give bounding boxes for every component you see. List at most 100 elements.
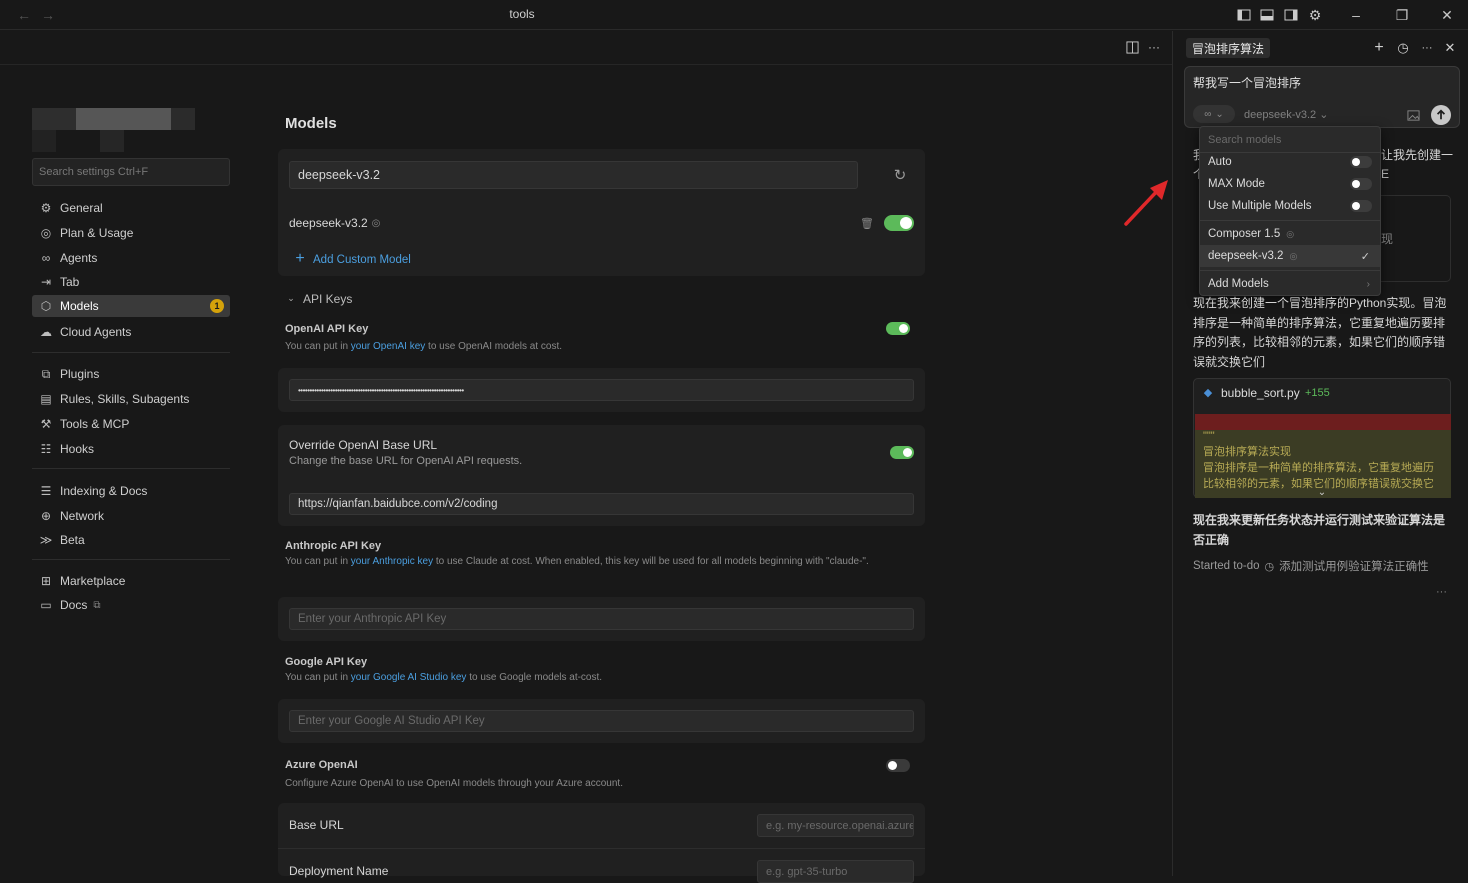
book-icon: ▭ [40,598,52,612]
sidebar-item-tab[interactable]: ⇥ Tab [32,271,230,293]
sidebar-item-models[interactable]: ⬡ Models 1 [32,295,230,317]
sidebar-item-rules-skills-subagents[interactable]: ▤ Rules, Skills, Subagents [32,388,230,410]
nav-divider [32,559,230,560]
more-actions-icon[interactable]: ··· [1146,39,1162,55]
sidebar-item-network[interactable]: ⊕ Network [32,505,230,527]
openai-key-input[interactable]: ••••••••••••••••••••••••••••••••••••••••… [289,379,914,401]
user-avatar-blur [32,130,56,152]
sidebar-item-plan-usage[interactable]: ◎ Plan & Usage [32,222,230,244]
editor-toolbar [0,31,1172,65]
trash-icon[interactable]: 🗑 [860,216,874,230]
close-chat-icon[interactable]: ✕ [1441,39,1459,57]
add-models-item[interactable]: Add Models › [1200,273,1380,295]
add-custom-model-link[interactable]: Add Custom Model [313,254,411,266]
multiple-models-switch[interactable] [1350,200,1372,212]
chat-tab[interactable]: 冒泡排序算法 [1186,38,1271,58]
chevron-right-icon: › [1366,278,1370,290]
azure-base-url-input[interactable]: e.g. my-resource.openai.azure.com [757,814,914,837]
model-option-selected[interactable]: deepseek-v3.2 ◎ ✓ [1200,245,1380,267]
override-url-toggle[interactable] [890,446,914,459]
minimize-icon[interactable]: – [1346,5,1366,25]
model-search-input[interactable]: deepseek-v3.2 [289,161,858,189]
image-icon[interactable] [1406,108,1420,122]
more-options-icon[interactable]: ··· [1418,39,1436,57]
expand-chevron-icon[interactable]: ⌄ [1316,486,1328,498]
azure-toggle[interactable] [886,759,910,772]
prompt-text[interactable]: 帮我写一个冒泡排序 [1193,74,1301,91]
todo-status: Started to-do ◷ 添加测试用例验证算法正确性 [1193,558,1429,574]
globe-icon: ⊕ [40,509,52,523]
sidebar-item-label: Plugins [60,367,100,381]
close-window-icon[interactable]: ✕ [1437,5,1457,25]
new-chat-plus-icon[interactable]: + [1370,39,1388,57]
file-name[interactable]: bubble_sort.py [1221,386,1300,400]
search-settings-input[interactable]: Search settings Ctrl+F [32,158,230,186]
more-dots-icon[interactable]: ··· [1436,586,1447,598]
cloud-icon: ☁ [40,325,52,339]
sidebar-item-indexing-docs[interactable]: ☰ Indexing & Docs [32,480,230,502]
sidebar-item-beta[interactable]: ≫ Beta [32,529,230,551]
google-key-input[interactable]: Enter your Google AI Studio API Key [289,710,914,732]
row-divider [278,848,925,849]
max-mode-switch[interactable] [1350,178,1372,190]
sidebar-item-plugins[interactable]: ⧉ Plugins [32,363,230,385]
cube-icon: ⬡ [40,299,52,313]
sidebar-item-label: Docs [60,598,88,612]
check-circle-icon: ◷ [1264,560,1275,573]
toggle-right-panel-icon[interactable] [1281,5,1301,25]
sidebar-item-tools-mcp[interactable]: ⚒ Tools & MCP [32,413,230,435]
user-avatar-blur [32,108,76,130]
base-url-input[interactable]: https://qianfan.baidubce.com/v2/coding [289,493,914,515]
external-link-icon: ⧉ [93,599,101,611]
api-keys-heading[interactable]: API Keys [303,292,352,306]
model-selector[interactable]: deepseek-v3.2 ⌄ [1244,108,1328,121]
sidebar-item-docs[interactable]: ▭ Docs ⧉ [32,594,230,616]
settings-gear-icon[interactable]: ⚙ [1305,5,1325,25]
openai-key-title: OpenAI API Key [285,323,369,335]
sidebar-item-label: Agents [60,251,98,265]
anthropic-key-input[interactable]: Enter your Anthropic API Key [289,608,914,630]
google-key-link[interactable]: your Google AI Studio key [351,672,467,683]
auto-switch[interactable] [1350,156,1372,168]
sidebar-item-label: Marketplace [60,574,126,588]
search-models-input[interactable]: Search models [1200,129,1380,151]
sidebar-item-hooks[interactable]: ☷ Hooks [32,438,230,460]
openai-key-toggle[interactable] [886,322,910,335]
sidebar-item-general[interactable]: ⚙ General [32,197,230,219]
chevron-down-icon[interactable]: ⌄ [285,292,297,304]
azure-deployment-input[interactable]: e.g. gpt-35-turbo [757,860,914,883]
refresh-icon[interactable]: ↻ [891,166,909,184]
sidebar-item-label: Hooks [60,442,95,456]
infinity-icon: ∞ [41,251,51,265]
toggle-max-mode[interactable]: MAX Mode [1200,173,1380,195]
azure-base-url-label: Base URL [289,818,344,832]
toggle-bottom-panel-icon[interactable] [1257,5,1277,25]
send-arrow-icon[interactable] [1431,105,1451,125]
sidebar-item-cloud-agents[interactable]: ☁ Cloud Agents [32,321,230,343]
sidebar-item-marketplace[interactable]: ⊞ Marketplace [32,570,230,592]
model-enable-toggle[interactable] [884,215,914,231]
agent-mode-dropdown[interactable]: ∞ ⌄ [1193,105,1235,123]
sidebar-item-label: Tools & MCP [60,417,130,431]
anthropic-key-title: Anthropic API Key [285,540,382,552]
model-option[interactable]: Composer 1.5 ◎ [1200,223,1380,245]
brain-icon: ◎ [1286,228,1295,239]
split-editor-icon[interactable] [1124,39,1140,55]
toggle-auto[interactable]: Auto [1200,151,1380,173]
infinity-icon: ∞ [1204,108,1212,120]
history-clock-icon[interactable]: ◷ [1394,39,1412,57]
anthropic-key-link[interactable]: your Anthropic key [351,556,433,567]
toggle-left-panel-icon[interactable] [1234,5,1254,25]
restore-icon[interactable]: ❐ [1392,5,1412,25]
brain-icon: ◎ [1289,250,1298,261]
openai-key-link[interactable]: your OpenAI key [351,341,425,352]
override-url-title: Override OpenAI Base URL [289,438,438,452]
toggle-multiple-models[interactable]: Use Multiple Models [1200,195,1380,217]
sidebar-item-label: Plan & Usage [60,226,134,240]
nav-divider [32,352,230,353]
azure-title: Azure OpenAI [285,759,358,771]
assistant-message: 现在我来更新任务状态并运行测试来验证算法是否正确 [1193,513,1446,547]
user-name-blur [76,108,171,130]
sidebar-item-agents[interactable]: ∞ Agents [32,247,230,269]
user-avatar-blur [100,130,124,152]
